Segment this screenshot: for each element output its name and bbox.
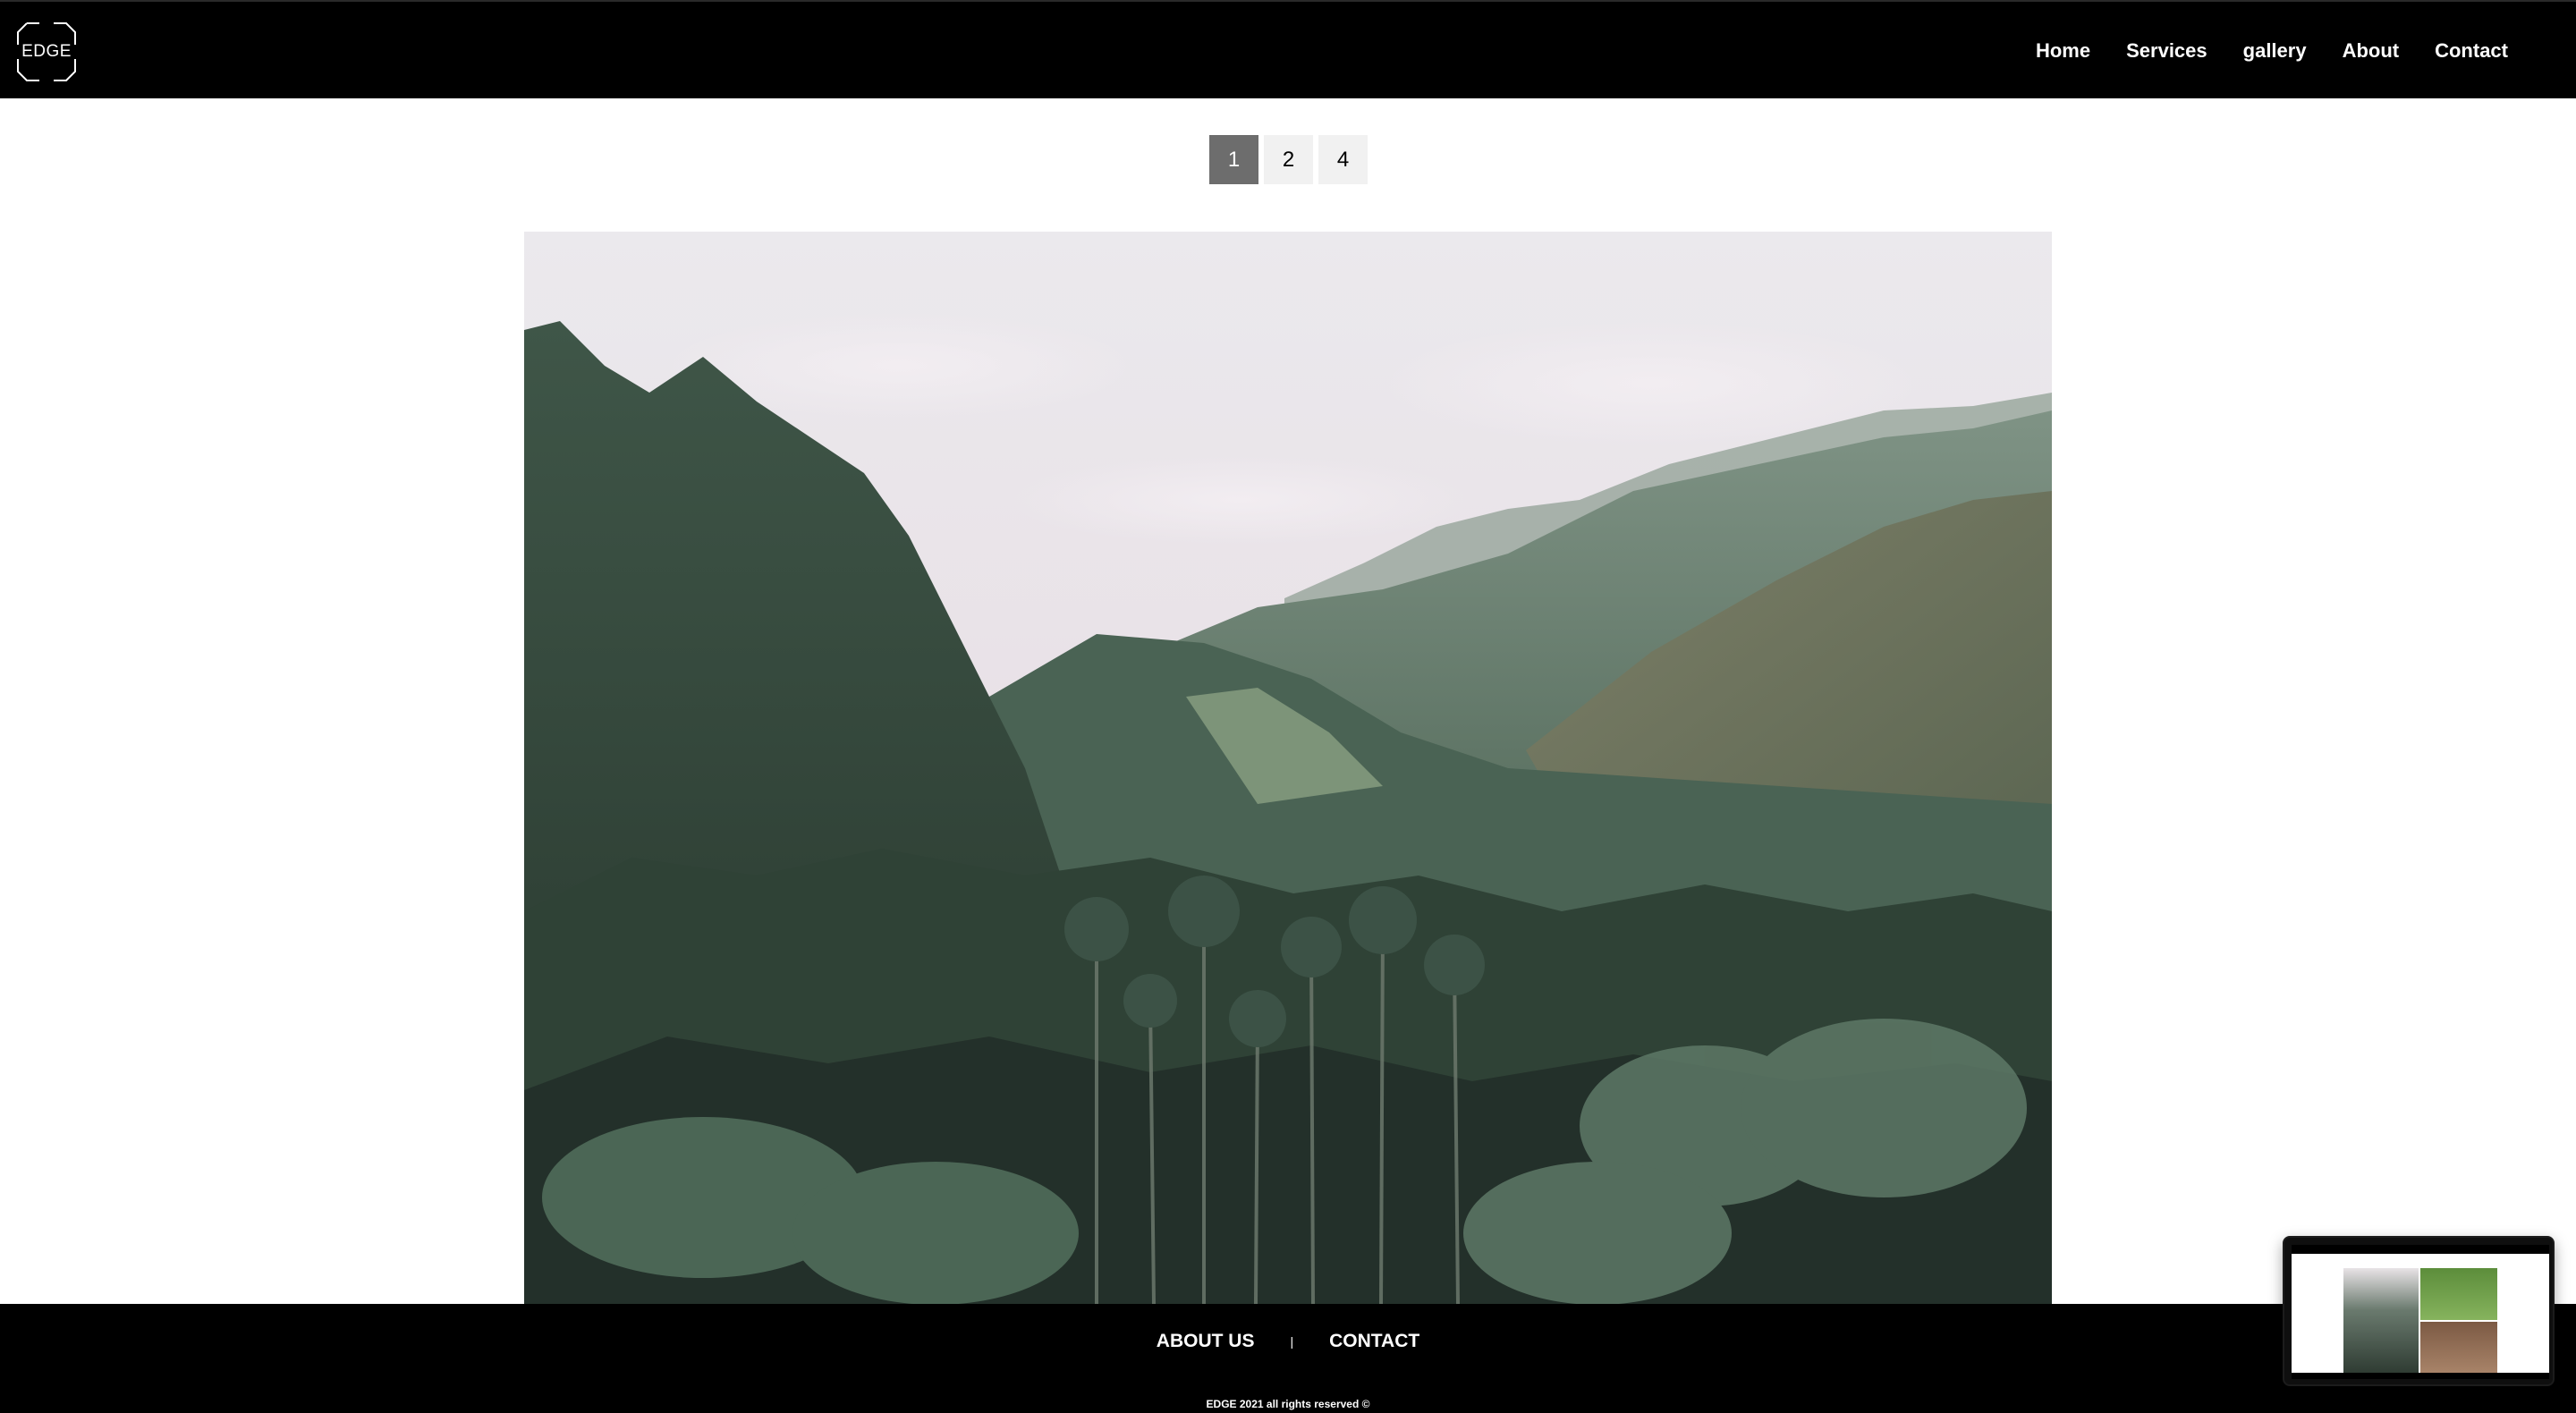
- footer-separator: |: [1290, 1334, 1294, 1349]
- main-nav: Home Services gallery About Contact: [2036, 2, 2508, 100]
- footer-about-us-link[interactable]: ABOUT US: [1157, 1331, 1255, 1352]
- forest-valley-image: [524, 232, 2052, 1304]
- logo[interactable]: EDGE: [16, 21, 77, 82]
- nav-about[interactable]: About: [2343, 39, 2400, 63]
- pagination: 1 2 4: [1209, 135, 1368, 184]
- page: EDGE Home Services gallery About Contact…: [0, 0, 2576, 1413]
- gallery-photo: [524, 232, 2052, 1304]
- preview-navbar: [2292, 1245, 2549, 1254]
- logo-text: EDGE: [21, 42, 72, 61]
- footer: ABOUT US | CONTACT EDGE 2021 all rights …: [0, 1304, 2576, 1413]
- page-preview-thumbnail[interactable]: [2283, 1236, 2555, 1386]
- footer-links: ABOUT US | CONTACT: [0, 1331, 2576, 1352]
- page-button-4[interactable]: 4: [1318, 135, 1368, 184]
- preview-image-forest: [2343, 1268, 2419, 1373]
- nav-contact[interactable]: Contact: [2435, 39, 2508, 63]
- page-button-1[interactable]: 1: [1209, 135, 1258, 184]
- copyright-text: EDGE 2021 all rights reserved ©: [1206, 1398, 1370, 1410]
- nav-home[interactable]: Home: [2036, 39, 2090, 63]
- page-button-2[interactable]: 2: [1264, 135, 1313, 184]
- footer-contact-link[interactable]: CONTACT: [1329, 1331, 1419, 1352]
- preview-image-brown: [2420, 1322, 2497, 1373]
- preview-screen: [2292, 1245, 2549, 1379]
- preview-footer: [2292, 1373, 2549, 1379]
- preview-image-green: [2420, 1268, 2497, 1320]
- nav-gallery[interactable]: gallery: [2243, 39, 2307, 63]
- nav-services[interactable]: Services: [2126, 39, 2207, 63]
- navbar: EDGE Home Services gallery About Contact: [0, 0, 2576, 98]
